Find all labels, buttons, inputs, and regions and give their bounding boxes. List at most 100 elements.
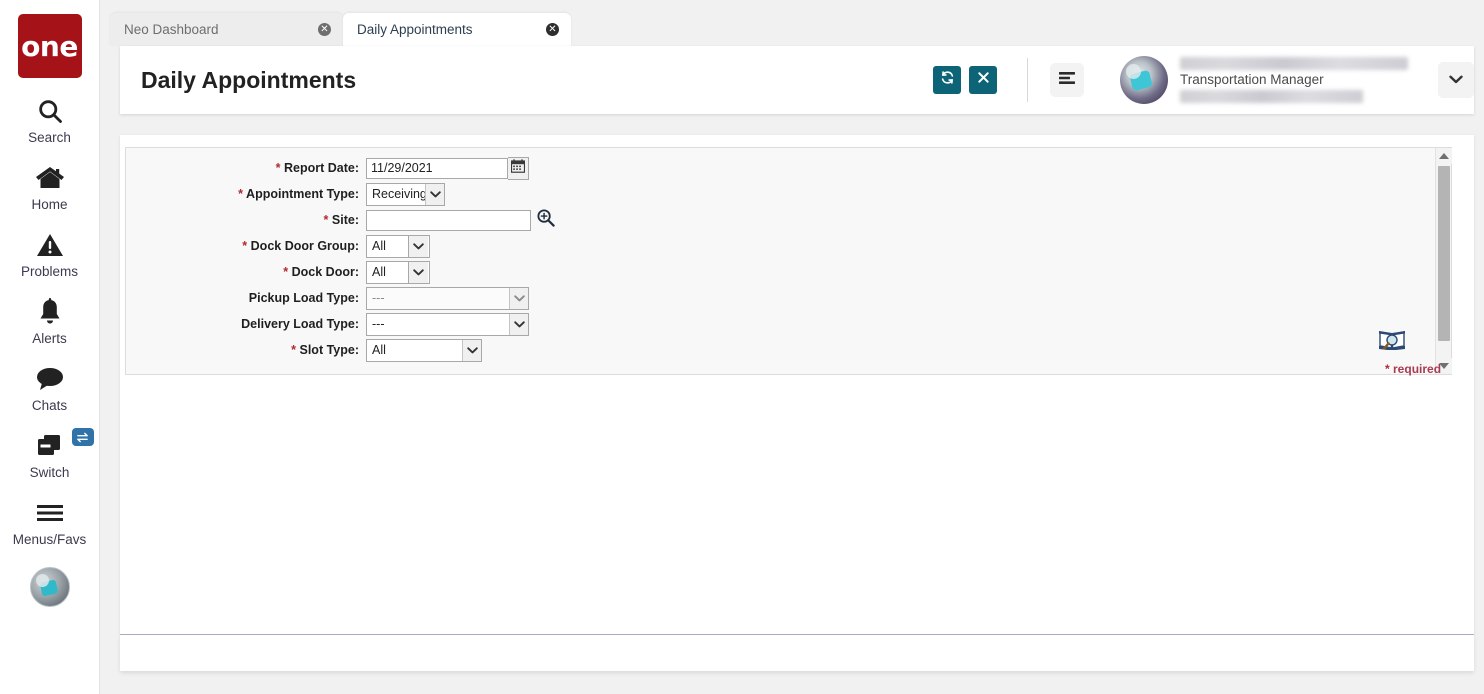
warning-triangle-icon — [36, 229, 64, 261]
close-icon — [977, 71, 990, 89]
calendar-picker-button[interactable] — [508, 156, 529, 180]
field-label-delivery-load-type: Delivery Load Type: — [126, 317, 366, 331]
required-marker: * — [242, 239, 248, 253]
sidebar-item-problems[interactable]: Problems — [0, 229, 100, 279]
close-icon[interactable]: ✕ — [318, 23, 331, 36]
chevron-down-icon — [509, 313, 528, 335]
sidebar-item-label: Menus/Favs — [12, 532, 87, 547]
swap-arrows-icon[interactable] — [71, 428, 94, 446]
sidebar-item-switch[interactable]: Switch — [0, 428, 100, 480]
book-magnifier-icon[interactable] — [1379, 329, 1405, 351]
home-icon — [35, 162, 65, 194]
dock-door-select[interactable]: All — [366, 260, 409, 284]
page-title: Daily Appointments — [141, 66, 357, 93]
tab-bar: Neo Dashboard ✕ Daily Appointments ✕ — [100, 0, 1484, 49]
chat-bubble-icon — [35, 363, 65, 395]
chevron-down-icon — [425, 183, 444, 205]
close-icon[interactable]: ✕ — [546, 23, 559, 36]
pickup-load-type-select[interactable]: --- — [366, 286, 529, 310]
chevron-down-icon — [409, 261, 428, 283]
close-button[interactable] — [969, 66, 997, 94]
sidebar-item-label: Search — [28, 130, 71, 145]
dock-door-group-dropdown-button[interactable] — [409, 234, 430, 258]
user-menu-toggle[interactable] — [1438, 62, 1474, 98]
tab-label: Neo Dashboard — [124, 22, 219, 37]
sidebar-item-label: Alerts — [32, 331, 67, 346]
field-row-report-date: * Report Date: 11/29/2021 — [126, 156, 1451, 180]
magnifier-plus-icon — [536, 208, 555, 232]
sidebar-item-chats[interactable]: Chats — [0, 363, 100, 413]
triangle-up-icon — [1439, 153, 1449, 159]
sidebar-item-home[interactable]: Home — [0, 162, 100, 212]
sidebar-item-label: Problems — [20, 264, 79, 279]
bell-icon — [37, 296, 63, 328]
content-card: * Report Date: 11/29/2021 * Appointment … — [120, 135, 1474, 635]
tab-daily-appointments[interactable]: Daily Appointments ✕ — [343, 13, 571, 49]
chevron-down-icon — [409, 235, 428, 257]
scrollbar-thumb[interactable] — [1438, 166, 1450, 341]
header-actions: Transportation Manager — [925, 46, 1474, 114]
field-label-dock-door-group: * Dock Door Group: — [126, 239, 366, 253]
field-label-pickup-load-type: Pickup Load Type: — [126, 291, 366, 305]
field-label-slot-type: * Slot Type: — [126, 343, 366, 357]
site-input[interactable] — [366, 209, 531, 231]
field-label-report-date: * Report Date: — [126, 161, 366, 175]
menu-button[interactable] — [1050, 63, 1084, 97]
label-text: Slot Type: — [299, 343, 360, 357]
report-date-input[interactable]: 11/29/2021 — [366, 157, 508, 179]
required-legend: * required — [1385, 362, 1441, 376]
field-control-pickup-load-type: --- — [366, 286, 529, 310]
label-text: Delivery Load Type: — [241, 317, 359, 331]
sidebar-item-label: Switch — [29, 465, 70, 480]
filter-form: * Report Date: 11/29/2021 * Appointment … — [126, 148, 1451, 362]
dock-door-group-select[interactable]: All — [366, 234, 409, 258]
scroll-up-button[interactable] — [1436, 148, 1452, 164]
page-header: Daily Appointments Transportation Manage… — [120, 46, 1474, 114]
dock-door-group-value: All — [372, 239, 386, 253]
appointment-type-select[interactable]: Receiving — [366, 182, 445, 206]
sidebar-item-alerts[interactable]: Alerts — [0, 296, 100, 346]
required-marker: * — [275, 161, 281, 175]
delivery-load-type-select[interactable]: --- — [366, 312, 529, 336]
required-marker: * — [283, 265, 289, 279]
field-control-appointment-type: Receiving — [366, 182, 445, 206]
filter-panel-scrollbar[interactable] — [1435, 148, 1452, 374]
sidebar-item-menus-favs[interactable]: Menus/Favs — [0, 497, 100, 547]
dock-door-dropdown-button[interactable] — [409, 260, 430, 284]
brand-logo[interactable]: one — [17, 14, 82, 78]
slot-type-select[interactable]: All — [366, 338, 482, 362]
app-root: one Search Home Problems Alerts Chats Sw… — [0, 0, 1484, 694]
field-row-pickup-load-type: Pickup Load Type: --- — [126, 286, 1451, 310]
field-control-dock-door: All — [366, 260, 430, 284]
label-text: Site: — [331, 213, 359, 227]
field-control-dock-door-group: All — [366, 234, 430, 258]
avatar[interactable] — [29, 567, 70, 607]
left-sidebar: one Search Home Problems Alerts Chats Sw… — [0, 0, 100, 694]
site-lookup-button[interactable] — [536, 208, 555, 232]
required-marker: * — [238, 187, 244, 201]
field-row-dock-door-group: * Dock Door Group: All — [126, 234, 1451, 258]
user-info: Transportation Manager — [1180, 55, 1410, 105]
required-marker: * — [323, 213, 329, 227]
footer-bar — [120, 635, 1474, 671]
user-role: Transportation Manager — [1180, 72, 1324, 87]
sidebar-item-label: Chats — [31, 398, 68, 413]
report-date-value: 11/29/2021 — [371, 161, 433, 175]
appointment-type-value: Receiving — [372, 187, 425, 201]
refresh-button[interactable] — [933, 66, 961, 94]
user-email-redacted — [1180, 90, 1363, 103]
user-name-redacted — [1180, 57, 1408, 70]
field-control-slot-type: All — [366, 338, 482, 362]
tab-neo-dashboard[interactable]: Neo Dashboard ✕ — [110, 13, 343, 46]
field-label-site: * Site: — [126, 213, 366, 227]
avatar[interactable] — [1120, 56, 1168, 104]
required-legend-text: required — [1393, 362, 1442, 376]
field-row-slot-type: * Slot Type: All — [126, 338, 1451, 362]
sidebar-item-search[interactable]: Search — [0, 95, 100, 145]
chevron-down-icon — [509, 287, 528, 309]
label-text: Dock Door Group: — [250, 239, 359, 253]
required-marker: * — [291, 343, 297, 357]
field-control-delivery-load-type: --- — [366, 312, 529, 336]
user-menu[interactable]: Transportation Manager — [1120, 55, 1410, 105]
chevron-down-icon — [1449, 71, 1463, 89]
